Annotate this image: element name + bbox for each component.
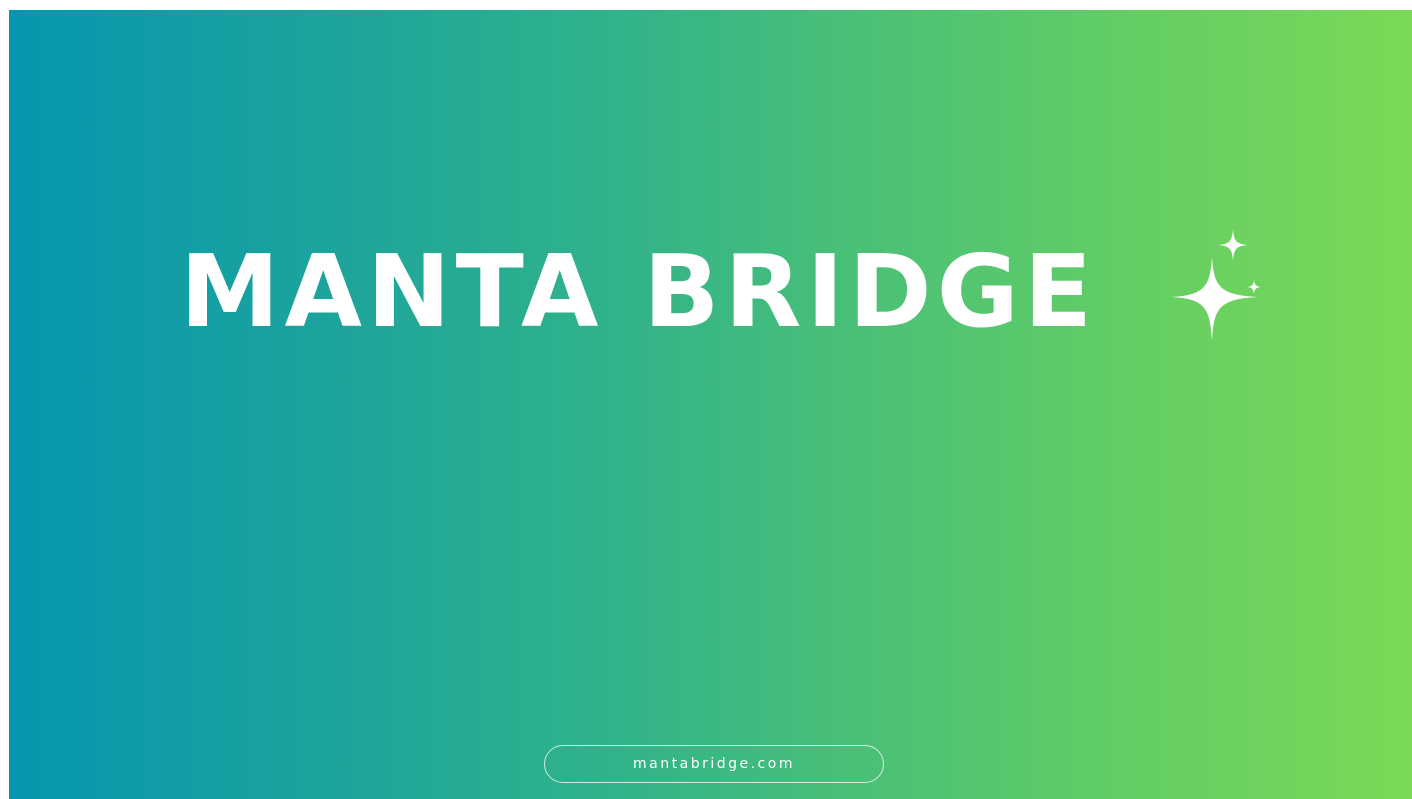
large-sparkle (1172, 257, 1258, 341)
medium-sparkle (1218, 229, 1248, 261)
website-link[interactable]: mantabridge.com (544, 745, 884, 783)
sparkles-icon (1172, 229, 1261, 341)
title-row: MANTA BRIDGE (180, 232, 1097, 352)
small-sparkle (1247, 280, 1261, 294)
website-url: mantabridge.com (633, 756, 795, 772)
banner: MANTA BRIDGE mantabridge.com (9, 10, 1412, 799)
brand-title: MANTA BRIDGE (180, 233, 1098, 350)
